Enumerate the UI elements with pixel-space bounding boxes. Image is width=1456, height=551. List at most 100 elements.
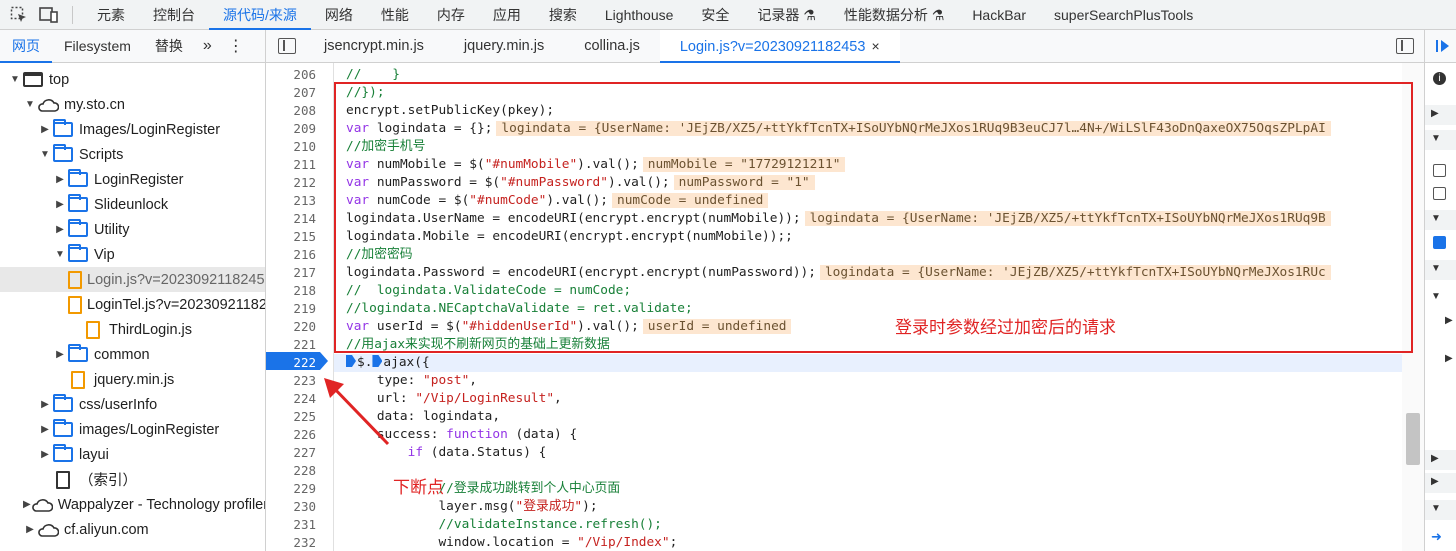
tree-item[interactable]: ▼ Vip xyxy=(0,242,265,267)
panel-tab[interactable]: 性能数据分析 ⚗ xyxy=(830,0,958,30)
line-number[interactable]: 210 xyxy=(266,138,316,156)
device-toolbar-icon[interactable] xyxy=(38,4,60,26)
inspect-element-icon[interactable] xyxy=(8,4,30,26)
line-number[interactable]: 217 xyxy=(266,264,316,282)
tree-item[interactable]: ▶ Images/LoginRegister xyxy=(0,117,265,142)
sidebar-row[interactable]: ▶ xyxy=(1425,350,1456,370)
chevron-right-icon[interactable]: ▶ xyxy=(53,349,67,360)
checkbox-checked[interactable] xyxy=(1433,236,1446,249)
line-number[interactable]: 212 xyxy=(266,174,316,192)
panel-tab[interactable]: 搜索 xyxy=(535,0,591,30)
line-number[interactable]: 220 xyxy=(266,318,316,336)
tree-item[interactable]: ▼ top xyxy=(0,67,265,92)
line-number[interactable]: 209 xyxy=(266,120,316,138)
tree-item[interactable]: ▶ LoginRegister xyxy=(0,167,265,192)
chevron-down-icon[interactable]: ▼ xyxy=(23,99,37,110)
editor-tab-jquery[interactable]: jquery.min.js xyxy=(444,30,564,63)
line-number[interactable]: 207 xyxy=(266,84,316,102)
scrollbar-thumb[interactable] xyxy=(1406,413,1420,465)
panel-tab[interactable]: 源代码/来源 xyxy=(209,0,311,30)
editor-tab-jsencrypt[interactable]: jsencrypt.min.js xyxy=(304,30,444,63)
sidebar-section[interactable]: ▼ xyxy=(1425,210,1456,230)
chevron-down-icon[interactable]: ▼ xyxy=(53,249,67,260)
sidebar-section[interactable]: ▼ xyxy=(1425,130,1456,150)
line-number[interactable]: 223 xyxy=(266,372,316,390)
more-tabs-icon[interactable]: » xyxy=(195,37,220,55)
checkbox[interactable] xyxy=(1433,187,1446,200)
tree-item[interactable]: ▶ layui xyxy=(0,442,265,467)
line-number[interactable]: 230 xyxy=(266,498,316,516)
panel-tab[interactable]: 控制台 xyxy=(139,0,209,30)
line-number[interactable]: 228 xyxy=(266,462,316,480)
sidebar-row[interactable]: ▶ xyxy=(1425,312,1456,332)
panel-tab[interactable]: 网络 xyxy=(311,0,367,30)
line-number[interactable]: 226 xyxy=(266,426,316,444)
navigator-tab-overrides[interactable]: 替换 xyxy=(143,30,195,63)
tree-item[interactable]: ▶ Wappalyzer - Technology profiler xyxy=(0,492,265,517)
tree-item[interactable]: ▶ images/LoginRegister xyxy=(0,417,265,442)
panel-tab[interactable]: 安全 xyxy=(687,0,743,30)
editor-tab-collina[interactable]: collina.js xyxy=(564,30,660,63)
tree-item[interactable]: ThirdLogin.js xyxy=(0,317,265,342)
line-number[interactable]: 219 xyxy=(266,300,316,318)
line-number[interactable]: 216 xyxy=(266,246,316,264)
line-number[interactable]: 222 xyxy=(266,354,316,372)
resume-icon[interactable] xyxy=(1435,37,1455,57)
line-number[interactable]: 227 xyxy=(266,444,316,462)
panel-tab[interactable]: Lighthouse xyxy=(591,0,688,30)
editor-scrollbar[interactable] xyxy=(1402,63,1424,551)
chevron-right-icon[interactable]: ▶ xyxy=(53,174,67,185)
line-number[interactable]: 221 xyxy=(266,336,316,354)
tree-item[interactable]: LoginTel.js?v=20230921182453 xyxy=(0,292,265,317)
tree-item[interactable]: ▶ css/userInfo xyxy=(0,392,265,417)
chevron-down-icon[interactable]: ▼ xyxy=(38,149,52,160)
sidebar-section[interactable]: ▼ xyxy=(1425,288,1456,308)
chevron-right-icon[interactable]: ▶ xyxy=(38,424,52,435)
panel-tab[interactable]: 内存 xyxy=(423,0,479,30)
line-number[interactable]: 214 xyxy=(266,210,316,228)
chevron-right-icon[interactable]: ▶ xyxy=(38,449,52,460)
chevron-right-icon[interactable]: ▶ xyxy=(53,199,67,210)
toggle-debugger-icon[interactable] xyxy=(1396,38,1414,54)
sidebar-section[interactable]: ▼ xyxy=(1425,260,1456,280)
tree-item[interactable]: ▶ Slideunlock xyxy=(0,192,265,217)
sidebar-section[interactable]: ▼ xyxy=(1425,500,1456,520)
sidebar-row[interactable]: ➜ xyxy=(1425,527,1456,547)
line-number[interactable]: 232 xyxy=(266,534,316,551)
line-number[interactable]: 211 xyxy=(266,156,316,174)
toggle-navigator-icon[interactable] xyxy=(278,38,296,54)
line-number[interactable]: 213 xyxy=(266,192,316,210)
sidebar-section[interactable]: ▶ xyxy=(1425,450,1456,470)
tree-item[interactable]: ▶ Utility xyxy=(0,217,265,242)
chevron-right-icon[interactable]: ▶ xyxy=(23,499,31,510)
line-number[interactable]: 206 xyxy=(266,66,316,84)
panel-tab[interactable]: 记录器 ⚗ xyxy=(743,0,829,30)
tree-item[interactable]: ▼ Scripts xyxy=(0,142,265,167)
sidebar-section[interactable]: ▶ xyxy=(1425,473,1456,493)
chevron-right-icon[interactable]: ▶ xyxy=(38,124,52,135)
navigator-menu-icon[interactable]: ⋮ xyxy=(220,36,252,56)
line-number[interactable]: 215 xyxy=(266,228,316,246)
chevron-right-icon[interactable]: ▶ xyxy=(53,224,67,235)
line-number[interactable]: 229 xyxy=(266,480,316,498)
line-number[interactable]: 225 xyxy=(266,408,316,426)
tree-item[interactable]: ▼ my.sto.cn xyxy=(0,92,265,117)
line-number[interactable]: 208 xyxy=(266,102,316,120)
sidebar-section[interactable]: ▶ xyxy=(1425,105,1456,125)
tree-item[interactable]: （索引） xyxy=(0,467,265,492)
line-number[interactable]: 218 xyxy=(266,282,316,300)
line-number[interactable]: 224 xyxy=(266,390,316,408)
line-number[interactable]: 231 xyxy=(266,516,316,534)
close-tab-icon[interactable]: × xyxy=(871,38,879,54)
panel-tab[interactable]: superSearchPlusTools xyxy=(1040,0,1207,30)
tree-item[interactable]: jquery.min.js xyxy=(0,367,265,392)
panel-tab[interactable]: 元素 xyxy=(83,0,139,30)
tree-item[interactable]: ▶ common xyxy=(0,342,265,367)
navigator-tab-page[interactable]: 网页 xyxy=(0,30,52,63)
panel-tab[interactable]: 应用 xyxy=(479,0,535,30)
tree-item[interactable]: ▶ cf.aliyun.com xyxy=(0,517,265,542)
panel-tab[interactable]: HackBar xyxy=(958,0,1040,30)
tree-item[interactable]: Login.js?v=20230921182453 xyxy=(0,267,265,292)
line-number-gutter[interactable]: 206 207 208 209 210 211 212 213 214 215 216 217 218 2… xyxy=(266,63,334,551)
editor-tab-login[interactable]: Login.js?v=20230921182453 × xyxy=(659,29,900,63)
